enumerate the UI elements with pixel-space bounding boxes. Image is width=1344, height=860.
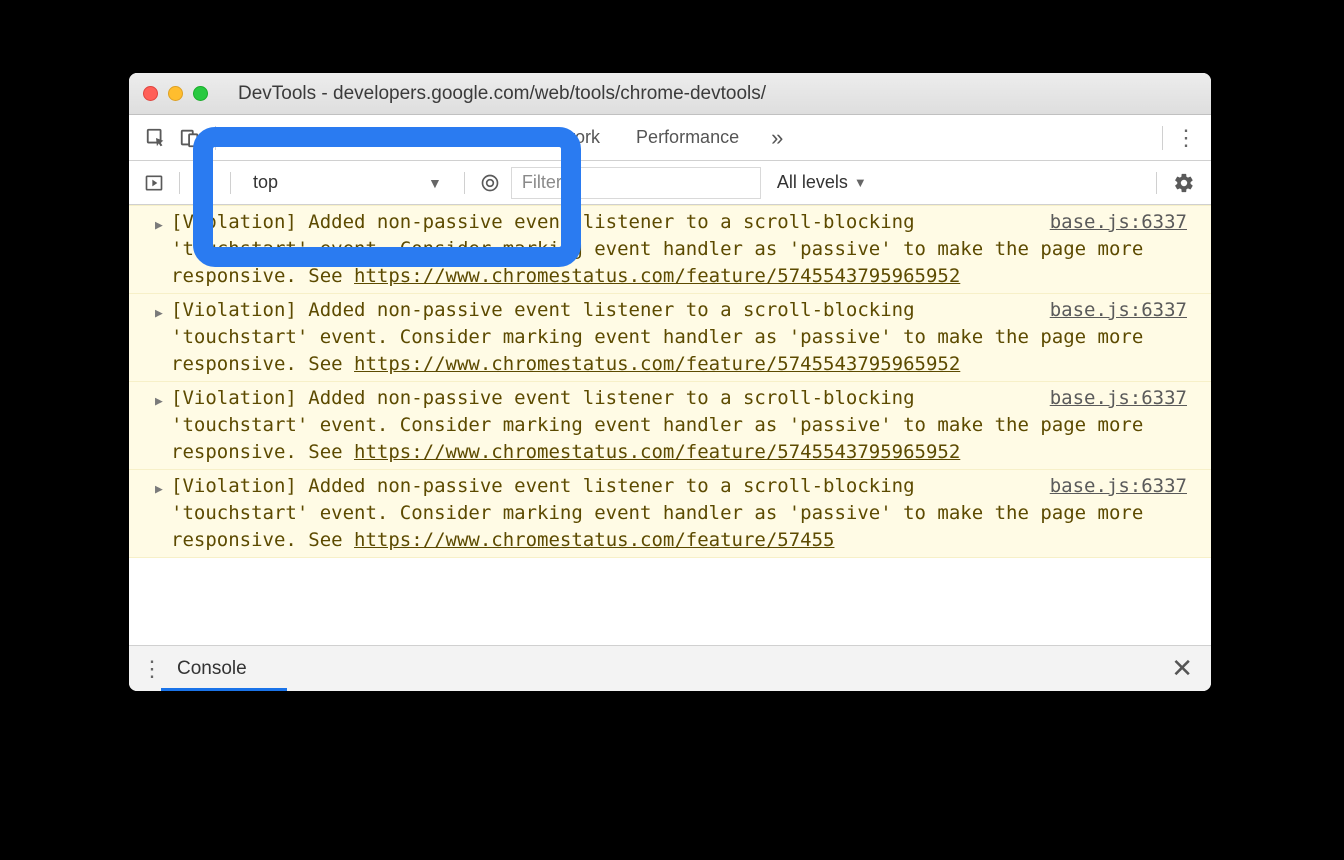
toggle-sidebar-icon[interactable] <box>139 168 169 198</box>
devtools-menu-button[interactable]: ⋮ <box>1171 125 1201 151</box>
tab-performance-label: Performance <box>636 127 739 148</box>
expand-arrow-icon[interactable]: ▶ <box>155 476 163 503</box>
expand-arrow-icon[interactable]: ▶ <box>155 300 163 327</box>
console-toolbar-divider-1 <box>179 172 180 194</box>
console-toolbar-divider-2 <box>230 172 231 194</box>
tabbar-divider <box>215 126 216 150</box>
message-source-link[interactable]: base.js:6337 <box>1050 297 1187 324</box>
tab-network[interactable]: Network <box>516 115 618 160</box>
console-toolbar: top ▼ All levels ▼ <box>129 161 1211 205</box>
clear-console-icon[interactable] <box>190 168 220 198</box>
window-titlebar: DevTools - developers.google.com/web/too… <box>129 73 1211 115</box>
inspect-element-icon[interactable] <box>139 121 173 155</box>
window-title: DevTools - developers.google.com/web/too… <box>208 83 1197 105</box>
console-filter-input[interactable] <box>511 167 761 199</box>
console-message[interactable]: ▶ base.js:6337 [Violation] Added non-pas… <box>129 382 1211 470</box>
maximize-window-button[interactable] <box>193 86 208 101</box>
message-link[interactable]: https://www.chromestatus.com/feature/574… <box>354 353 960 375</box>
drawer-menu-button[interactable]: ⋮ <box>139 656 165 682</box>
chevron-down-icon: ▼ <box>854 175 867 190</box>
tabs-overflow-label: » <box>771 125 783 150</box>
tab-sources[interactable]: ources <box>224 115 516 160</box>
tab-network-label: Network <box>534 127 600 148</box>
drawer-tab-console-label: Console <box>177 658 247 680</box>
devtools-window: DevTools - developers.google.com/web/too… <box>129 73 1211 691</box>
message-source-link[interactable]: base.js:6337 <box>1050 473 1187 500</box>
message-link[interactable]: https://www.chromestatus.com/feature/574… <box>354 441 960 463</box>
expand-arrow-icon[interactable]: ▶ <box>155 212 163 239</box>
live-expression-icon[interactable] <box>475 168 505 198</box>
console-settings-icon[interactable] <box>1167 166 1201 200</box>
message-source-link[interactable]: base.js:6337 <box>1050 385 1187 412</box>
console-message[interactable]: ▶ base.js:6337 [Violation] Added non-pas… <box>129 294 1211 382</box>
minimize-window-button[interactable] <box>168 86 183 101</box>
log-level-label: All levels <box>777 172 848 193</box>
log-level-selector[interactable]: All levels ▼ <box>767 172 877 193</box>
message-link[interactable]: https://www.chromestatus.com/feature/574… <box>354 265 960 287</box>
devtools-tabbar: ources Network Performance » ⋮ <box>129 115 1211 161</box>
chevron-down-icon: ▼ <box>428 175 442 191</box>
tab-sources-label: ources <box>444 127 498 148</box>
tab-performance[interactable]: Performance <box>618 115 757 160</box>
drawer-tab-console[interactable]: Console <box>177 646 247 691</box>
expand-arrow-icon[interactable]: ▶ <box>155 388 163 415</box>
drawer-close-button[interactable]: ✕ <box>1163 653 1201 684</box>
drawer-tabbar: ⋮ Console ✕ <box>129 645 1211 691</box>
message-link[interactable]: https://www.chromestatus.com/feature/574… <box>354 529 834 551</box>
traffic-lights <box>143 86 208 101</box>
execution-context-label: top <box>253 172 278 193</box>
console-messages: ▶ base.js:6337 [Violation] Added non-pas… <box>129 205 1211 645</box>
console-message[interactable]: ▶ base.js:6337 [Violation] Added non-pas… <box>129 470 1211 558</box>
close-window-button[interactable] <box>143 86 158 101</box>
console-toolbar-divider-4 <box>1156 172 1157 194</box>
message-source-link[interactable]: base.js:6337 <box>1050 209 1187 236</box>
execution-context-selector[interactable]: top ▼ <box>241 172 454 193</box>
console-toolbar-divider-3 <box>464 172 465 194</box>
tabs-overflow-button[interactable]: » <box>757 125 797 151</box>
tabbar-divider-right <box>1162 126 1163 150</box>
console-message[interactable]: ▶ base.js:6337 [Violation] Added non-pas… <box>129 205 1211 294</box>
device-toolbar-icon[interactable] <box>173 121 207 155</box>
